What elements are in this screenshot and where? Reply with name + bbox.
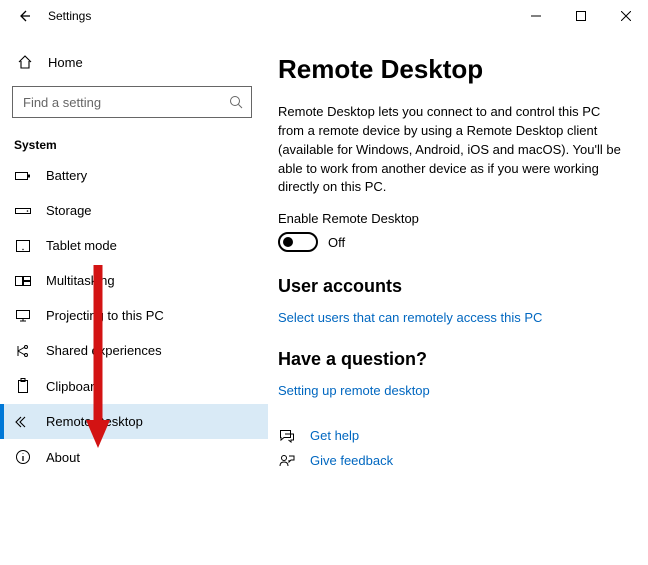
sidebar-item-clipboard[interactable]: Clipboard	[0, 368, 268, 404]
sidebar-item-remote-desktop[interactable]: Remote Desktop	[0, 404, 268, 439]
setup-remote-desktop-link[interactable]: Setting up remote desktop	[278, 383, 430, 398]
page-heading: Remote Desktop	[278, 54, 624, 85]
window-controls	[513, 0, 648, 32]
sidebar-item-label: Storage	[46, 203, 92, 218]
feedback-icon	[278, 454, 296, 468]
question-heading: Have a question?	[278, 349, 624, 370]
sidebar-item-about[interactable]: About	[0, 439, 268, 475]
tablet-icon	[14, 239, 32, 253]
page-description: Remote Desktop lets you connect to and c…	[278, 103, 624, 197]
storage-icon	[14, 205, 32, 217]
give-feedback-link[interactable]: Give feedback	[310, 453, 393, 468]
get-help-link[interactable]: Get help	[310, 428, 359, 443]
window-title: Settings	[48, 9, 91, 23]
sidebar-item-label: Tablet mode	[46, 238, 117, 253]
close-button[interactable]	[603, 0, 648, 32]
sidebar-item-battery[interactable]: Battery	[0, 158, 268, 193]
give-feedback-row[interactable]: Give feedback	[278, 453, 624, 468]
search-icon	[229, 95, 243, 109]
toggle-label: Enable Remote Desktop	[278, 211, 624, 226]
sidebar-item-label: Clipboard	[46, 379, 102, 394]
sidebar-item-label: Remote Desktop	[46, 414, 143, 429]
get-help-row[interactable]: Get help	[278, 428, 624, 443]
user-accounts-heading: User accounts	[278, 276, 624, 297]
sidebar-item-label: Multitasking	[46, 273, 115, 288]
minimize-button[interactable]	[513, 0, 558, 32]
main-panel: Remote Desktop Remote Desktop lets you c…	[268, 32, 648, 565]
sidebar-item-storage[interactable]: Storage	[0, 193, 268, 228]
chat-icon	[278, 429, 296, 443]
shared-icon	[14, 344, 32, 358]
sidebar-item-tablet-mode[interactable]: Tablet mode	[0, 228, 268, 263]
sidebar-item-projecting[interactable]: Projecting to this PC	[0, 298, 268, 333]
sidebar-item-shared-experiences[interactable]: Shared experiences	[0, 333, 268, 368]
category-label: System	[0, 128, 268, 158]
search-input[interactable]	[21, 94, 229, 111]
home-button[interactable]: Home	[0, 48, 268, 76]
clipboard-icon	[14, 378, 32, 394]
projecting-icon	[14, 309, 32, 323]
home-label: Home	[48, 55, 83, 70]
sidebar: Home System Battery Storage Tablet	[0, 32, 268, 565]
sidebar-item-multitasking[interactable]: Multitasking	[0, 263, 268, 298]
maximize-button[interactable]	[558, 0, 603, 32]
battery-icon	[14, 170, 32, 182]
sidebar-item-label: Battery	[46, 168, 87, 183]
sidebar-item-label: Projecting to this PC	[46, 308, 164, 323]
nav-list: Battery Storage Tablet mode Multitasking…	[0, 158, 268, 475]
sidebar-item-label: About	[46, 450, 80, 465]
back-button[interactable]	[14, 9, 34, 23]
enable-remote-desktop-toggle[interactable]	[278, 232, 318, 252]
search-box[interactable]	[12, 86, 252, 118]
toggle-state: Off	[328, 235, 345, 250]
select-users-link[interactable]: Select users that can remotely access th…	[278, 310, 542, 325]
multitasking-icon	[14, 274, 32, 288]
sidebar-item-label: Shared experiences	[46, 343, 162, 358]
about-icon	[14, 449, 32, 465]
title-bar: Settings	[0, 0, 648, 32]
remote-desktop-icon	[14, 415, 32, 429]
home-icon	[16, 54, 34, 70]
